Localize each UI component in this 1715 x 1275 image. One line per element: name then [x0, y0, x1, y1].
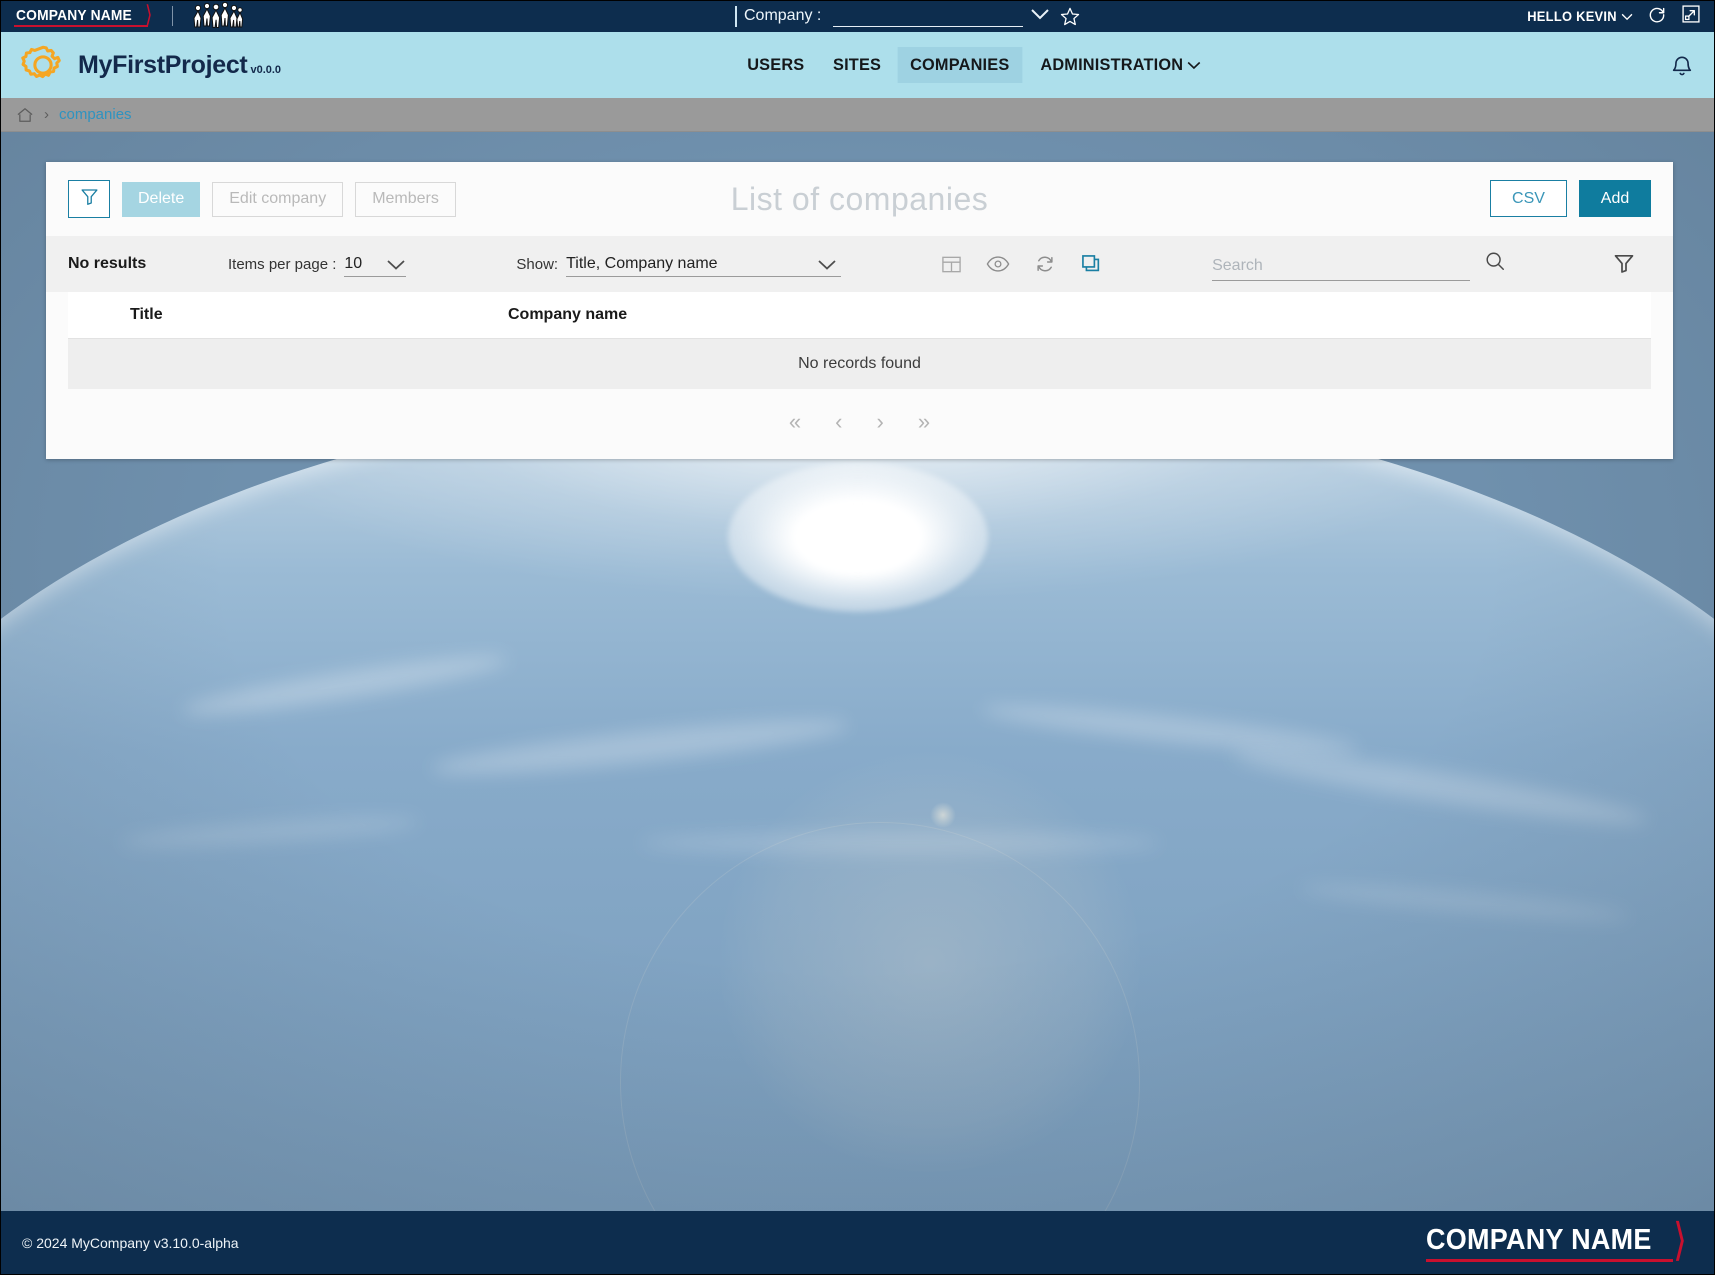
topbar-left: COMPANY NAME ⟩	[0, 1, 247, 30]
breadcrumb-separator: ›	[44, 106, 49, 123]
bell-icon[interactable]	[1669, 54, 1693, 78]
delete-button[interactable]: Delete	[122, 181, 201, 217]
csv-export-button[interactable]: CSV	[1490, 180, 1567, 217]
page-body: Delete Edit company Members List of comp…	[0, 132, 1715, 1211]
column-header-company-name[interactable]: Company name	[508, 292, 1651, 339]
nav-item-sites[interactable]: SITES	[820, 47, 893, 83]
pagination: « ‹ › »	[46, 389, 1673, 459]
topbar-divider	[172, 6, 174, 26]
app-footer: © 2024 MyCompany v3.10.0-alpha COMPANY N…	[0, 1211, 1715, 1275]
nav-item-administration[interactable]: ADMINISTRATION	[1028, 47, 1213, 83]
result-count-label: No results	[68, 255, 147, 272]
search-input[interactable]	[1212, 257, 1471, 280]
companies-table: Title Company name No records found	[68, 292, 1651, 389]
pagination-first[interactable]: «	[789, 411, 801, 433]
company-label: Company :	[744, 7, 822, 24]
pagination-last[interactable]: »	[918, 411, 930, 433]
advanced-filter-icon[interactable]	[1613, 252, 1635, 279]
company-selector-group: Company :	[735, 0, 1080, 32]
show-columns-label: Show:	[516, 255, 559, 273]
show-columns-value: Title, Company name	[566, 254, 718, 272]
funnel-icon	[80, 187, 99, 211]
magnifier-icon[interactable]	[1484, 250, 1506, 277]
table-empty-row: No records found	[68, 338, 1651, 389]
star-icon[interactable]	[1059, 6, 1080, 26]
edit-company-button[interactable]: Edit company	[212, 181, 344, 217]
copyright-text: © 2024 MyCompany v3.10.0-alpha	[22, 1235, 239, 1251]
app-header: MyFirstProject v0.0.0 USERS SITES COMPANI…	[0, 32, 1715, 98]
panel-actions: CSV Add	[1490, 180, 1651, 217]
company-label-wrap: Company :	[735, 5, 822, 27]
company-select[interactable]	[833, 5, 1050, 27]
table-tools-bar: No results Items per page : 10 Show: Tit…	[46, 236, 1673, 292]
nav-item-users[interactable]: USERS	[735, 47, 817, 83]
toggle-filter-button[interactable]	[68, 180, 110, 218]
search-field[interactable]	[1212, 247, 1471, 281]
topbar-right: HELLO KEVIN	[1518, 0, 1701, 32]
user-greeting-label: HELLO KEVIN	[1526, 8, 1617, 24]
members-button[interactable]: Members	[355, 181, 456, 217]
crowd-people-icon	[191, 1, 247, 30]
nav-item-label: ADMINISTRATION	[1040, 55, 1184, 74]
project-title-wrap: MyFirstProject v0.0.0	[78, 51, 281, 80]
table-view-icons	[941, 253, 1102, 275]
empty-message: No records found	[68, 338, 1651, 389]
add-company-button[interactable]: Add	[1579, 180, 1651, 217]
nav-item-label: SITES	[832, 55, 881, 74]
items-per-page-value: 10	[344, 254, 363, 272]
chevron-down-icon	[1187, 55, 1201, 75]
company-label-bar	[735, 5, 737, 27]
brand-chevron-icon: ⟩	[1672, 1213, 1687, 1266]
nav-item-label: USERS	[747, 55, 805, 74]
brand-underline	[14, 24, 149, 27]
pagination-next[interactable]: ›	[877, 411, 884, 433]
app-root: COMPANY NAME ⟩ Company: HELLO KEVIN MyF…	[0, 0, 1715, 1275]
items-per-page-label: Items per page :	[228, 255, 337, 273]
table-body: No records found	[68, 338, 1651, 389]
duplicate-icon[interactable]	[1080, 253, 1102, 275]
chevron-down-icon	[386, 258, 406, 276]
table-header-row: Title Company name	[68, 292, 1651, 339]
company-brand-logo[interactable]: COMPANY NAME ⟩	[14, 1, 154, 29]
brand-chevron-icon: ⟩	[145, 1, 153, 29]
table-grid-icon[interactable]	[941, 254, 962, 275]
pagination-prev[interactable]: ‹	[835, 411, 842, 433]
chevron-down-icon	[817, 258, 837, 276]
gear-icon	[20, 42, 66, 88]
companies-panel: Delete Edit company Members List of comp…	[46, 162, 1673, 459]
user-menu[interactable]: HELLO KEVIN	[1527, 8, 1633, 24]
panel-toolbar: Delete Edit company Members List of comp…	[46, 162, 1673, 236]
refresh-icon[interactable]	[1034, 253, 1056, 275]
top-utility-bar: COMPANY NAME ⟩ Company: HELLO KEVIN	[0, 0, 1715, 32]
main-nav: USERS SITES COMPANIES ADMINISTRATION	[733, 32, 1217, 98]
refresh-icon[interactable]	[1647, 4, 1667, 29]
eye-icon[interactable]	[986, 255, 1010, 273]
footer-brand-logo[interactable]: COMPANY NAME ⟩	[1426, 1213, 1687, 1266]
table-head: Title Company name	[68, 292, 1651, 339]
nav-item-companies[interactable]: COMPANIES	[897, 47, 1022, 83]
app-logo-block[interactable]: MyFirstProject v0.0.0	[0, 42, 281, 88]
breadcrumb: › companies	[0, 98, 1715, 132]
project-version: v0.0.0	[250, 63, 282, 76]
nav-item-label: COMPANIES	[909, 55, 1010, 74]
companies-table-wrap: Title Company name No records found	[46, 292, 1673, 389]
footer-brand-label: COMPANY NAME	[1426, 1224, 1652, 1256]
chevron-down-icon	[1621, 8, 1633, 24]
project-name: MyFirstProject	[78, 50, 248, 79]
show-columns-select[interactable]: Title, Company name	[566, 251, 842, 277]
expand-external-icon[interactable]	[1681, 4, 1701, 29]
items-per-page-select[interactable]: 10	[344, 251, 407, 277]
chevron-down-icon	[1031, 7, 1050, 20]
breadcrumb-item-companies[interactable]: companies	[59, 106, 132, 123]
home-icon[interactable]	[15, 105, 34, 124]
company-brand-label: COMPANY NAME	[16, 6, 132, 24]
footer-brand-underline	[1426, 1259, 1673, 1262]
column-header-title[interactable]: Title	[68, 292, 508, 339]
